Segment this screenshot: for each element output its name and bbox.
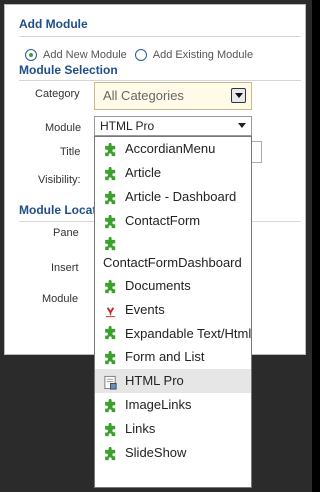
puzzle-icon [103,236,118,252]
category-label: Category [35,88,80,100]
radio-add-new-label[interactable]: Add New Module [43,49,127,61]
puzzle-icon [103,142,118,157]
dropdown-item[interactable]: ContactForm [95,209,251,233]
dropdown-item[interactable]: Links [95,417,251,441]
section-module-location: Module Locat [19,203,97,217]
dropdown-item-label: Article [125,165,162,180]
radio-add-existing-label[interactable]: Add Existing Module [153,49,253,61]
module-select[interactable]: HTML Pro [94,116,252,136]
dropdown-item-label: Expandable Text/Html [125,326,252,341]
dropdown-item-label: ContactFormDashboard [103,255,242,270]
puzzle-icon [103,190,118,205]
puzzle-icon [103,446,118,461]
visibility-label: Visibility: [38,174,81,186]
module-mode-radios: Add New Module Add Existing Module [25,49,253,61]
events-icon [103,303,118,318]
pane-label: Pane [53,227,79,239]
dropdown-item-label: ContactForm [125,213,201,228]
dropdown-item[interactable]: ImageLinks [95,393,251,417]
category-select[interactable]: All Categories [94,82,252,110]
panel-title: Add Module [19,17,88,31]
dropdown-item[interactable]: Article - Dashboard [95,185,251,209]
dropdown-item[interactable]: HTML Pro [95,369,251,393]
divider [19,36,301,37]
dropdown-item[interactable]: AccordianMenu [95,137,251,161]
dropdown-item[interactable]: Form and List [95,345,251,369]
insert-label: Insert [51,262,79,274]
dropdown-item-label: Events [125,302,165,317]
dropdown-item[interactable]: SlideShow [95,441,251,465]
dropdown-item[interactable]: Documents [95,274,251,298]
dropdown-item[interactable]: Article [95,161,251,185]
dropdown-item[interactable]: Events [95,298,251,322]
dropdown-item-label: SlideShow [125,445,187,460]
radio-add-new[interactable] [25,49,37,61]
chevron-down-icon[interactable] [231,88,246,103]
module-label: Module [45,122,82,134]
dropdown-item-label: ImageLinks [125,397,192,412]
dropdown-item-label: Form and List [125,349,205,364]
puzzle-icon [103,350,118,365]
dropdown-item[interactable]: ContactFormDashboard [95,233,251,274]
category-select-value: All Categories [103,88,184,103]
dropdown-item-label: AccordianMenu [125,141,216,156]
radio-add-existing[interactable] [134,49,147,61]
dropdown-item-label: Article - Dashboard [125,189,237,204]
dropdown-item-label: HTML Pro [125,373,184,388]
module-position-label: Module [42,293,79,305]
caret-down-icon[interactable] [238,123,246,128]
dropdown-item-label: Links [125,421,156,436]
title-label: Title [60,146,81,158]
puzzle-icon [103,398,118,413]
puzzle-icon [103,214,118,229]
dropdown-item-label: Documents [125,278,191,293]
puzzle-icon [103,325,118,341]
dropdown-item[interactable]: Expandable Text/Html [95,322,251,345]
puzzle-icon [103,279,118,294]
divider [19,80,301,81]
module-dropdown-list[interactable]: AccordianMenu Article Article - Dashboard C… [94,136,252,488]
puzzle-icon [103,422,118,437]
puzzle-icon [103,166,118,181]
module-select-value: HTML Pro [100,119,155,133]
section-module-selection: Module Selection [19,63,118,77]
html-pro-icon [103,374,118,390]
